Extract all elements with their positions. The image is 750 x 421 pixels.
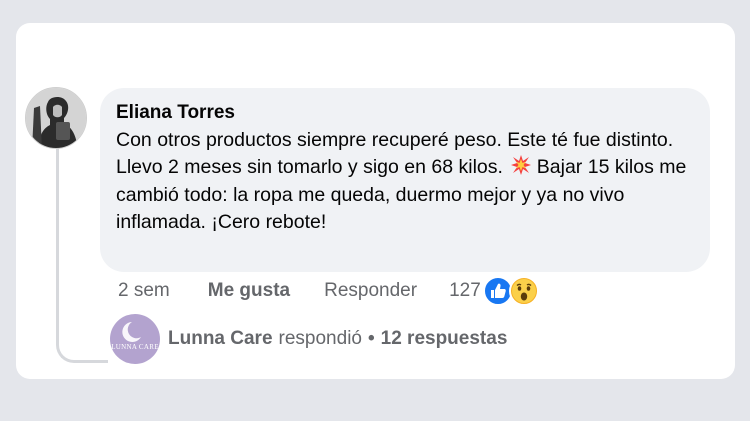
reply-author-avatar: LUNNA CARE [110,314,160,364]
like-button[interactable]: Me gusta [208,280,290,302]
collision-emoji-icon [511,154,532,183]
author-avatar[interactable] [25,87,87,149]
avatar-photo-icon [26,88,86,148]
comment-author[interactable]: Eliana Torres [116,100,696,126]
wow-reaction-icon [508,276,539,306]
reply-separator: • [367,328,375,349]
reaction-count: 127 [449,280,481,301]
comment-actions: 2 sem Me gusta Responder 127 [118,276,539,306]
reply-count: 12 respuestas [380,328,508,349]
moon-logo-icon [122,322,141,342]
reply-avatar-brand: LUNNA CARE [111,343,159,351]
reply-author: Lunna Care [168,328,273,349]
reply-action: respondió [278,328,362,349]
comment-bubble: Eliana Torres Con otros productos siempr… [100,88,710,272]
comment-text: Con otros productos siempre recuperé pes… [116,127,696,235]
reply-button[interactable]: Responder [324,280,417,302]
view-replies-link[interactable]: LUNNA CARE Lunna Care respondió • 12 res… [110,314,507,364]
reactions-summary[interactable]: 127 [449,276,539,306]
comment-timestamp[interactable]: 2 sem [118,280,170,302]
comment-card: Eliana Torres Con otros productos siempr… [16,23,735,379]
